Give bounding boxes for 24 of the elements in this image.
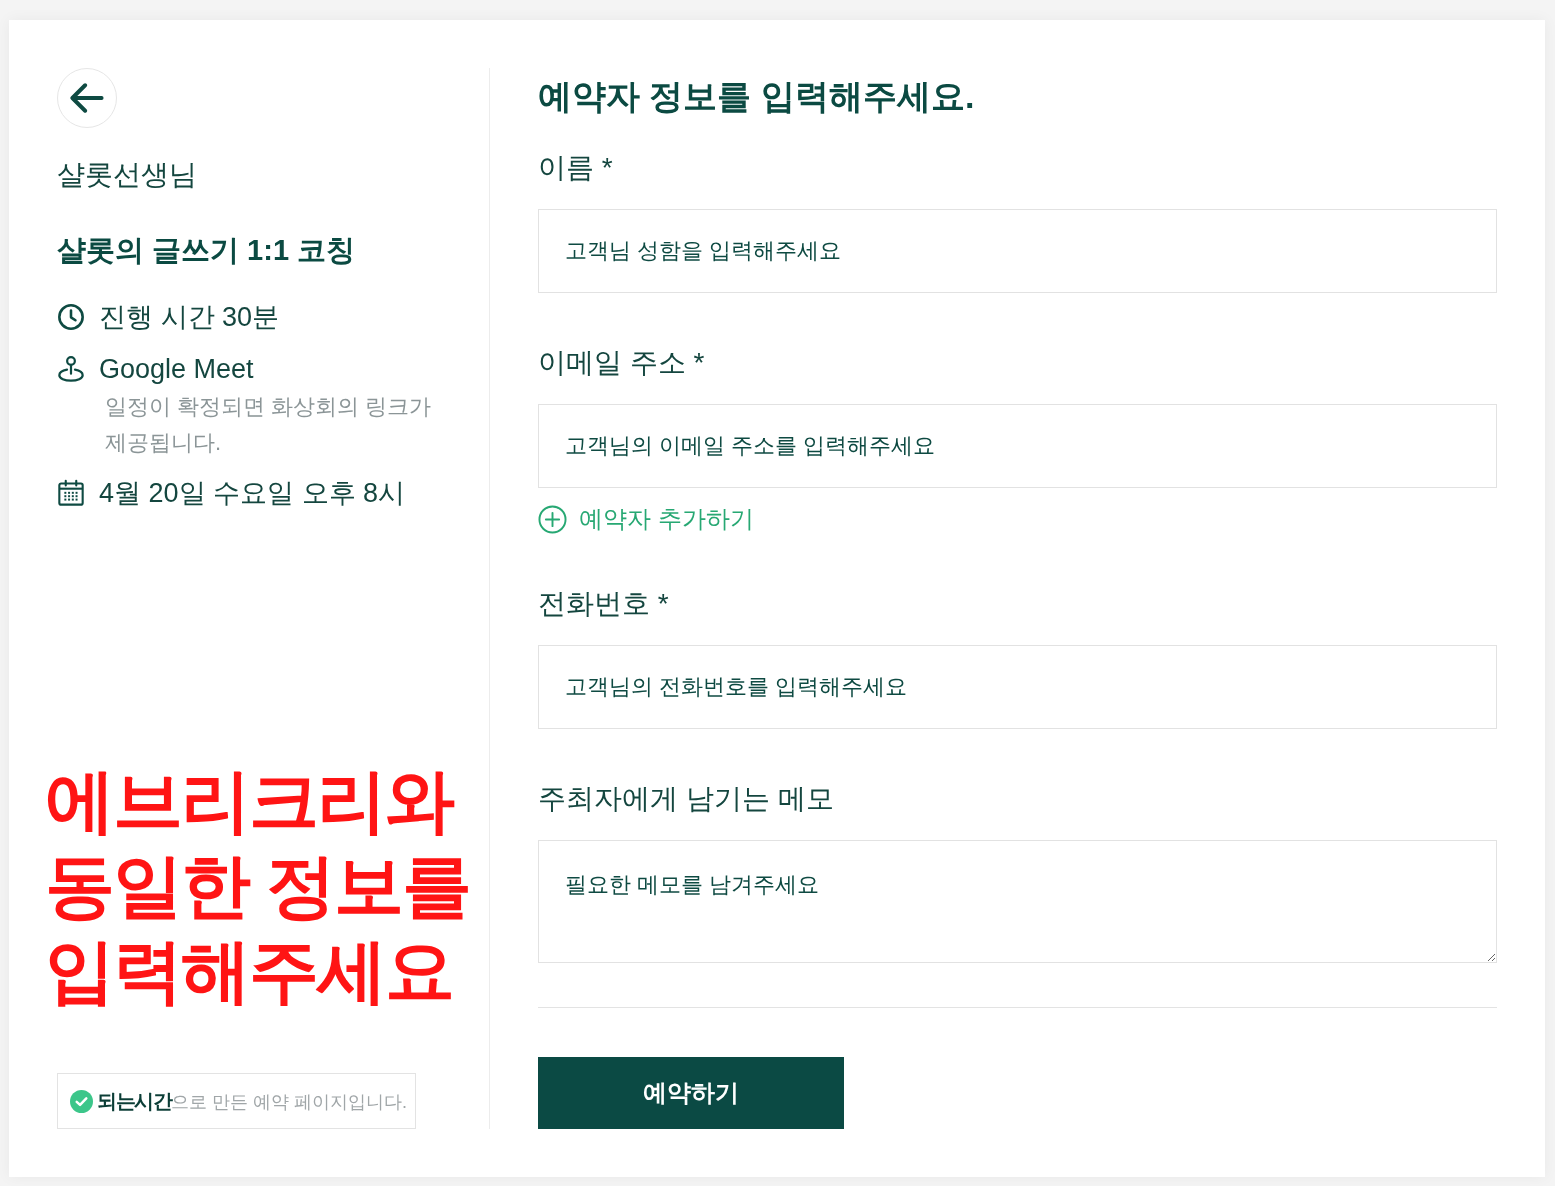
detail-text: 4월 20일 수요일 오후 8시 (99, 477, 406, 510)
input-field[interactable]: 고객님 성함을 입력해주세요 (538, 209, 1497, 293)
detail-note: 일정이 확정되면 화상회의 링크가 제공됩니다. (105, 393, 433, 457)
input-field[interactable]: 고객님의 전화번호를 입력해주세요 (538, 645, 1497, 729)
made-with-text: 되는시간으로 만든 예약 페이지입니다. (97, 1089, 407, 1114)
submit-button[interactable]: 예약하기 (538, 1057, 844, 1129)
annotation-text: 에브리크리와 동일한 정보를 입력해주세요 (45, 761, 471, 1012)
detail-text: 진행 시간 30분 (99, 301, 280, 334)
pin-icon (57, 355, 85, 383)
field-label: 이름 * (538, 151, 613, 185)
event-title: 샬롯의 글쓰기 1:1 코칭 (57, 233, 356, 268)
detail-text: Google Meet (99, 353, 254, 386)
host-name: 샬롯선생님 (57, 158, 197, 192)
field-label: 주최자에게 남기는 메모 (538, 782, 834, 816)
check-circle-icon (70, 1089, 93, 1113)
form-title: 예약자 정보를 입력해주세요. (538, 76, 975, 117)
clock-icon (57, 303, 85, 331)
calendar-icon (57, 479, 85, 507)
input-field[interactable]: 고객님의 이메일 주소를 입력해주세요 (538, 404, 1497, 488)
plus-circle-icon (538, 504, 567, 534)
field-label: 이메일 주소 * (538, 346, 705, 380)
memo-field[interactable]: 필요한 메모를 남겨주세요 (538, 840, 1497, 963)
field-label: 전화번호 * (538, 587, 669, 621)
arrow-left-icon (68, 83, 106, 113)
